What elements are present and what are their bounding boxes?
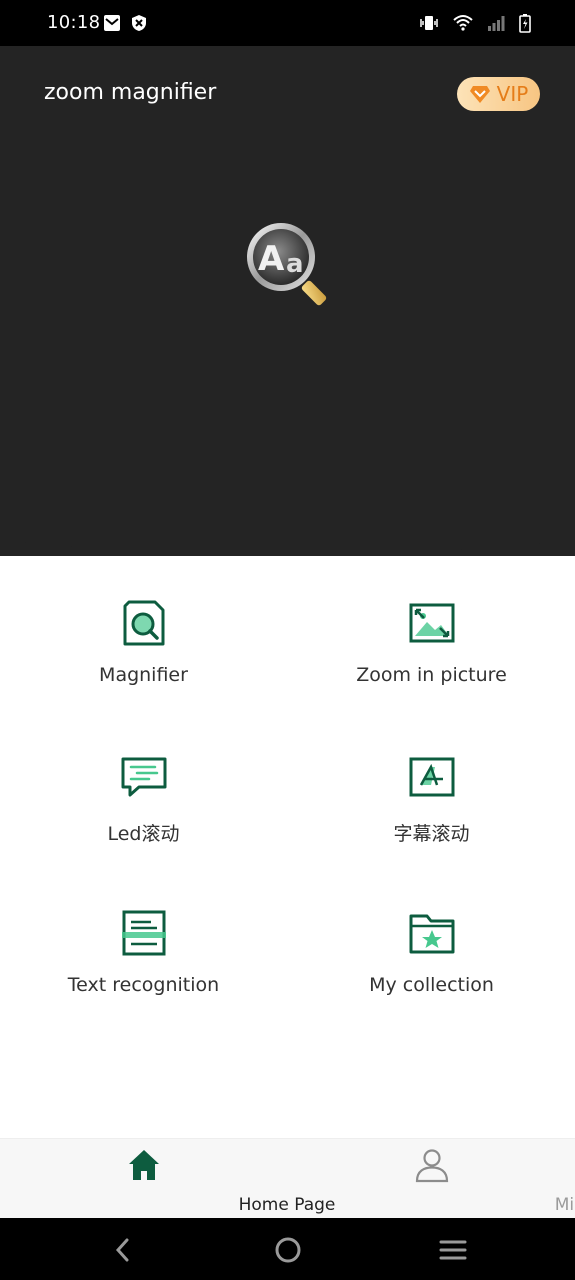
feature-label: Led滚动: [107, 823, 180, 845]
svg-text:A: A: [258, 239, 285, 279]
magnifier-document-icon: [123, 600, 164, 646]
app-screen: 10:18 zoom magnifier VIP A a Magnifier Z…: [0, 0, 575, 1280]
feature-label: My collection: [369, 974, 494, 996]
hero-curve: [0, 530, 575, 555]
shield-icon: [132, 15, 146, 31]
status-time: 10:18: [47, 12, 101, 33]
status-bar: 10:18: [0, 0, 575, 46]
signal-icon: [488, 16, 505, 31]
svg-text:a: a: [286, 249, 304, 279]
back-icon[interactable]: [108, 1235, 138, 1265]
feature-zoom-in-picture[interactable]: Zoom in picture: [288, 590, 575, 730]
status-left-icons: [103, 14, 147, 32]
person-icon: [415, 1149, 448, 1183]
home-icon: [128, 1150, 159, 1180]
system-nav-bar: [0, 1218, 575, 1280]
feature-magnifier[interactable]: Magnifier: [0, 590, 287, 730]
text-recognition-icon: [121, 910, 166, 956]
bottom-nav: Home Page Mine: [0, 1138, 575, 1219]
feature-text-recognition[interactable]: Text recognition: [0, 900, 287, 1040]
vip-label: VIP: [496, 82, 529, 106]
aa-magnifier-logo-icon: A a: [247, 223, 327, 306]
subtitle-icon: [409, 757, 454, 797]
feature-label: Zoom in picture: [356, 664, 507, 686]
feature-label: Text recognition: [67, 974, 220, 996]
nav-label: Mine: [554, 1195, 575, 1215]
nav-mine[interactable]: Mine: [288, 1139, 575, 1219]
led-chat-icon: [121, 757, 166, 797]
diamond-icon: [469, 86, 490, 103]
mail-icon: [104, 15, 120, 31]
collection-folder-icon: [409, 914, 454, 954]
feature-label: 字幕滚动: [393, 823, 470, 845]
zoom-picture-icon: [409, 603, 454, 643]
feature-led-scroll[interactable]: Led滚动: [0, 745, 287, 885]
status-right-icons: [419, 13, 531, 33]
feature-subtitle-scroll[interactable]: 字幕滚动: [288, 745, 575, 885]
battery-charging-icon: [519, 14, 531, 33]
home-circle-icon[interactable]: [273, 1235, 303, 1265]
vip-button[interactable]: VIP: [457, 77, 540, 111]
menu-icon[interactable]: [438, 1235, 468, 1265]
feature-label: Magnifier: [99, 664, 188, 686]
feature-my-collection[interactable]: My collection: [288, 900, 575, 1040]
vibrate-icon: [420, 16, 438, 30]
wifi-icon: [453, 15, 473, 31]
app-title: zoom magnifier: [44, 80, 217, 105]
nav-home-page[interactable]: Home Page: [0, 1139, 335, 1219]
